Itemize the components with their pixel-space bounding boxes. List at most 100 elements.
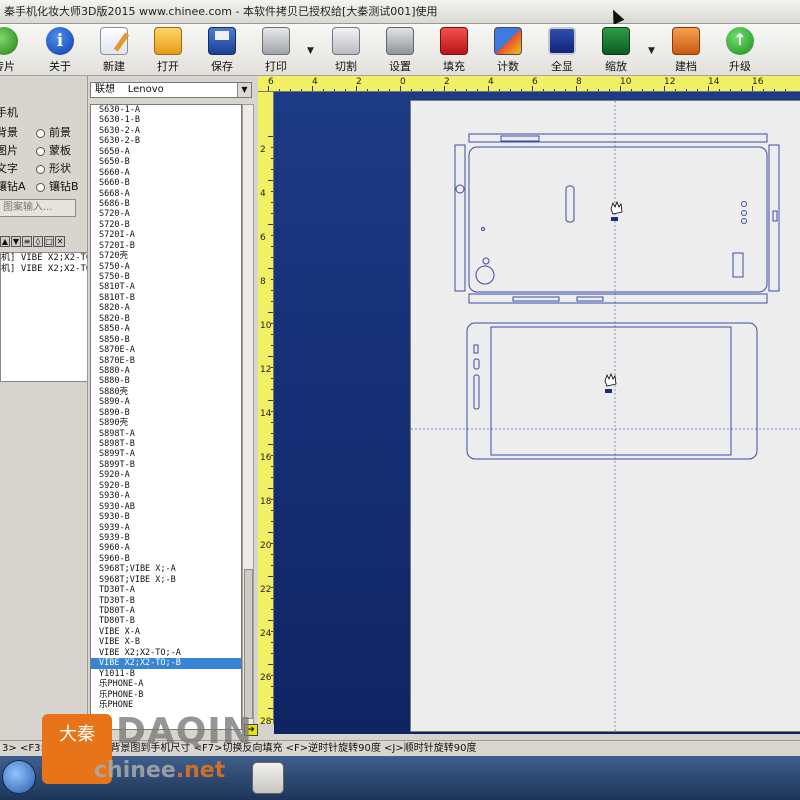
scrollbar-thumb[interactable] bbox=[244, 569, 253, 719]
option-text[interactable]: 文字 bbox=[0, 160, 18, 176]
model-list-item[interactable]: S686-B bbox=[91, 199, 241, 209]
model-list-item[interactable]: S820-A bbox=[91, 303, 241, 313]
model-list-item[interactable]: S870E-B bbox=[91, 356, 241, 366]
zoom-button[interactable]: 缩放 bbox=[590, 26, 642, 74]
new-button[interactable]: 新建 bbox=[88, 26, 140, 74]
model-list-item[interactable]: S880-B bbox=[91, 376, 241, 386]
model-list-item[interactable]: S810T-A bbox=[91, 282, 241, 292]
model-list-item[interactable]: VIBE X-B bbox=[91, 637, 241, 647]
model-list-item[interactable]: S850-A bbox=[91, 324, 241, 334]
fullview-button[interactable]: 全显 bbox=[536, 26, 588, 74]
about-button[interactable]: i 关于 bbox=[34, 26, 86, 74]
layer-copy-icon[interactable]: □ bbox=[44, 236, 54, 247]
model-list-item[interactable]: S890-B bbox=[91, 408, 241, 418]
model-list-item[interactable]: S939-A bbox=[91, 523, 241, 533]
print-dropdown-arrow-icon[interactable]: ▼ bbox=[307, 46, 314, 56]
model-list-item[interactable]: S968T;VIBE X;-B bbox=[91, 575, 241, 585]
upgrade-button[interactable]: ↑ 升级 bbox=[714, 26, 766, 74]
model-list-item[interactable]: S920-B bbox=[91, 481, 241, 491]
model-list-item[interactable]: S930-B bbox=[91, 512, 241, 522]
model-list-item[interactable]: TD30T-A bbox=[91, 585, 241, 595]
model-list-item[interactable]: S650-B bbox=[91, 157, 241, 167]
model-list-item[interactable]: S630-2-A bbox=[91, 126, 241, 136]
model-list-item[interactable]: TD80T-A bbox=[91, 606, 241, 616]
layer-flip-icon[interactable]: ◊ bbox=[33, 236, 43, 247]
option-diamond-b[interactable]: 镶钻B bbox=[36, 178, 79, 194]
settings-button[interactable]: 设置 bbox=[374, 26, 426, 74]
layer-delete-icon[interactable]: ✕ bbox=[55, 236, 65, 247]
model-list-item[interactable]: S750-A bbox=[91, 262, 241, 272]
model-list-item[interactable]: S720I-A bbox=[91, 230, 241, 240]
list-item[interactable]: 机] VIBE X2;X2-TO bbox=[1, 264, 87, 275]
archive-button[interactable]: 建档 bbox=[660, 26, 712, 74]
model-list-item[interactable]: S898T-A bbox=[91, 429, 241, 439]
model-list-item[interactable]: S939-B bbox=[91, 533, 241, 543]
fill-button[interactable]: 填充 bbox=[428, 26, 480, 74]
model-list-item[interactable]: VIBE X-A bbox=[91, 627, 241, 637]
count-button[interactable]: 计数 bbox=[482, 26, 534, 74]
layer-down-icon[interactable]: ▼ bbox=[11, 236, 21, 247]
model-list-item[interactable]: S750-B bbox=[91, 272, 241, 282]
model-list-item[interactable]: S880壳 bbox=[91, 387, 241, 397]
model-list-item[interactable]: S630-1-B bbox=[91, 115, 241, 125]
model-list-item[interactable]: 乐PHONE-A bbox=[91, 679, 241, 689]
model-list-item[interactable]: S630-2-B bbox=[91, 136, 241, 146]
model-list-scrollbar[interactable] bbox=[242, 104, 254, 730]
model-list-item[interactable]: S810T-B bbox=[91, 293, 241, 303]
taskbar-app-icon[interactable] bbox=[252, 762, 284, 794]
model-list-item[interactable]: S650-A bbox=[91, 147, 241, 157]
model-list-item[interactable]: VIBE X2;X2-TO;-A bbox=[91, 648, 241, 658]
model-list-item[interactable]: S930-AB bbox=[91, 502, 241, 512]
layer-align-icon[interactable]: ≡ bbox=[22, 236, 32, 247]
model-list-item[interactable]: S660-B bbox=[91, 178, 241, 188]
model-list-item[interactable]: S720-B bbox=[91, 220, 241, 230]
start-button-icon[interactable] bbox=[2, 760, 36, 794]
model-list-item[interactable]: S960-A bbox=[91, 543, 241, 553]
brand-select[interactable]: 联想 Lenovo ▼ bbox=[90, 82, 252, 98]
chevron-down-icon[interactable]: ▼ bbox=[237, 83, 251, 97]
image-input-button[interactable]: 图案输入... bbox=[0, 199, 76, 217]
design-canvas[interactable] bbox=[274, 92, 800, 734]
model-list-item[interactable]: S668-A bbox=[91, 189, 241, 199]
transfer-button[interactable]: 传片 bbox=[0, 26, 30, 74]
model-list-item[interactable]: S870E-A bbox=[91, 345, 241, 355]
model-list-item[interactable]: S899T-B bbox=[91, 460, 241, 470]
model-list-item[interactable]: S720I-B bbox=[91, 241, 241, 251]
model-list-item[interactable]: S630-1-A bbox=[91, 105, 241, 115]
list-item[interactable]: 机] VIBE X2;X2-TO bbox=[1, 253, 87, 264]
model-list-item[interactable]: S880-A bbox=[91, 366, 241, 376]
model-list-item[interactable]: S890-A bbox=[91, 397, 241, 407]
print-button[interactable]: 打印 bbox=[250, 26, 302, 74]
open-button[interactable]: 打开 bbox=[142, 26, 194, 74]
model-list-item[interactable]: S720壳 bbox=[91, 251, 241, 261]
model-list-item[interactable]: S820-B bbox=[91, 314, 241, 324]
zoom-dropdown-arrow-icon[interactable]: ▼ bbox=[648, 46, 655, 56]
cut-button[interactable]: 切割 bbox=[320, 26, 372, 74]
model-list-item[interactable]: S660-A bbox=[91, 168, 241, 178]
option-diamond-a[interactable]: 镶钻A bbox=[0, 178, 26, 194]
model-list-item[interactable]: S850-B bbox=[91, 335, 241, 345]
option-mask[interactable]: 蒙板 bbox=[36, 142, 71, 158]
model-list-item[interactable]: S960-B bbox=[91, 554, 241, 564]
model-list-item[interactable]: S930-A bbox=[91, 491, 241, 501]
model-list-item[interactable]: S920-A bbox=[91, 470, 241, 480]
model-list-item[interactable]: TD80T-B bbox=[91, 616, 241, 626]
model-list-item[interactable]: S720-A bbox=[91, 209, 241, 219]
model-list-item[interactable]: TD30T-B bbox=[91, 596, 241, 606]
option-shape[interactable]: 形状 bbox=[36, 160, 71, 176]
model-list-item[interactable]: 乐PHONE bbox=[91, 700, 241, 710]
option-background[interactable]: 背景 bbox=[0, 124, 18, 140]
model-list-item[interactable]: VIBE X2;X2-TO;-B bbox=[91, 658, 241, 669]
model-list-item[interactable]: S899T-A bbox=[91, 449, 241, 459]
model-list-item[interactable]: 乐PHONE-B bbox=[91, 690, 241, 700]
option-image[interactable]: 图片 bbox=[0, 142, 18, 158]
paper-sheet[interactable] bbox=[410, 100, 800, 733]
model-list-item[interactable]: Y1011-B bbox=[91, 669, 241, 679]
model-list-item[interactable]: S968T;VIBE X;-A bbox=[91, 564, 241, 574]
layer-list[interactable]: 机] VIBE X2;X2-TO 机] VIBE X2;X2-TO bbox=[0, 252, 87, 382]
model-list[interactable]: S630-1-A S630-1-B S630-2-A S630-2-B S650-A S6… bbox=[90, 104, 242, 730]
model-list-item[interactable]: S890壳 bbox=[91, 418, 241, 428]
model-list-item[interactable]: S898T-B bbox=[91, 439, 241, 449]
save-button[interactable]: 保存 bbox=[196, 26, 248, 74]
option-foreground[interactable]: 前景 bbox=[36, 124, 71, 140]
